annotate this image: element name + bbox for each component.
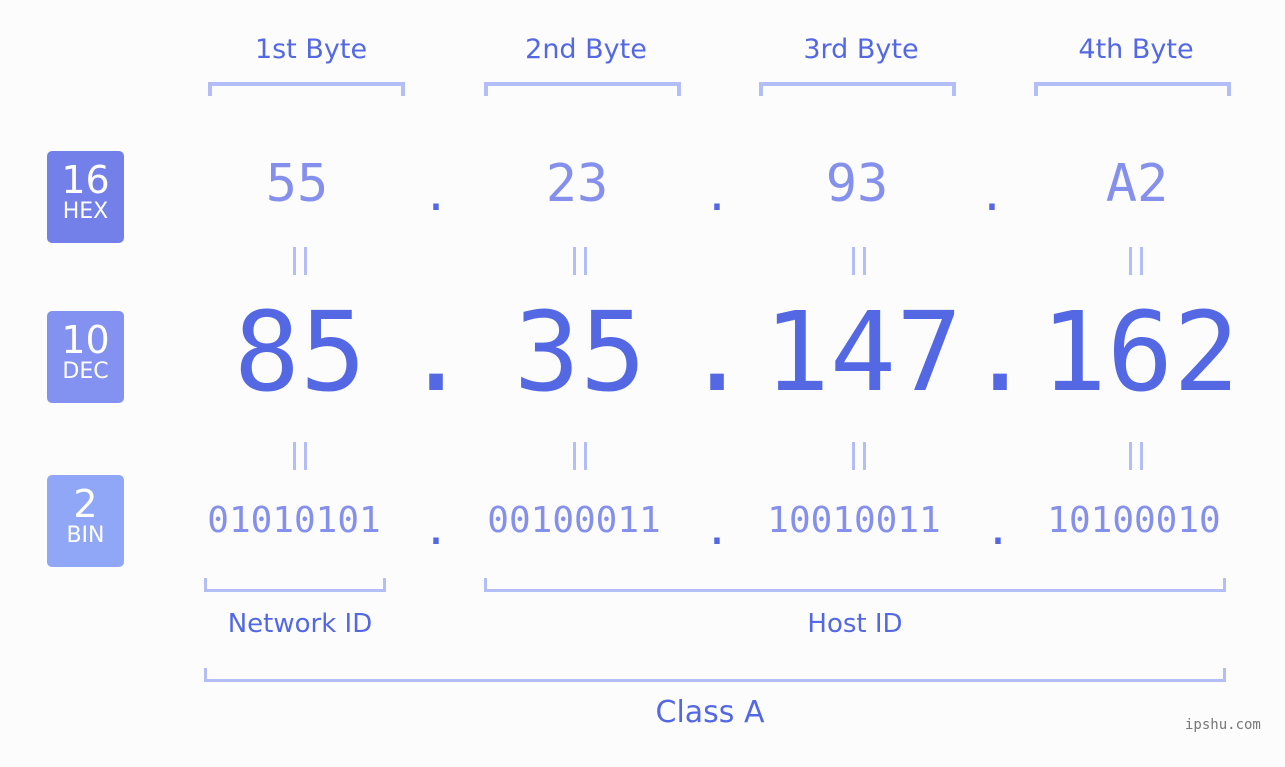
dec-value-3: 147 <box>763 288 963 416</box>
host-id-label: Host ID <box>807 609 903 639</box>
hex-value-1: 55 <box>265 154 329 214</box>
equals-icon <box>1129 247 1143 275</box>
equals-icon <box>293 247 307 275</box>
bin-value-1: 01010101 <box>207 500 381 541</box>
dec-value-4: 162 <box>1040 288 1240 416</box>
bin-badge-label: BIN <box>66 523 105 548</box>
byte-label-1: 1st Byte <box>254 34 368 65</box>
class-label: Class A <box>655 695 765 730</box>
equals-icon <box>852 442 866 470</box>
byte-label-3: 3rd Byte <box>803 34 919 65</box>
byte-bracket-4 <box>1034 82 1231 96</box>
class-bracket <box>204 668 1226 682</box>
hex-value-2: 23 <box>545 154 609 214</box>
watermark: ipshu.com <box>1185 717 1261 733</box>
bin-badge: 2 BIN <box>47 475 124 567</box>
dec-badge-label: DEC <box>62 359 109 384</box>
dec-value-2: 35 <box>513 288 647 416</box>
equals-icon <box>1129 442 1143 470</box>
hex-badge-base: 16 <box>61 158 110 202</box>
bin-value-2: 00100011 <box>487 500 661 541</box>
hex-value-4: A2 <box>1105 154 1169 214</box>
bin-value-4: 10100010 <box>1047 500 1221 541</box>
dec-badge: 10 DEC <box>47 311 124 403</box>
byte-label-4: 4th Byte <box>1078 34 1194 65</box>
byte-bracket-3 <box>759 82 956 96</box>
hex-dot-1: . <box>422 170 450 221</box>
network-id-label: Network ID <box>227 609 373 639</box>
hex-badge-label: HEX <box>62 199 109 224</box>
dec-value-1: 85 <box>233 288 367 416</box>
equals-icon <box>852 247 866 275</box>
byte-label-2: 2nd Byte <box>525 34 647 65</box>
equals-icon <box>573 442 587 470</box>
host-id-bracket <box>484 578 1226 592</box>
byte-bracket-2 <box>484 82 681 96</box>
hex-dot-3: . <box>978 170 1006 221</box>
bin-value-3: 10010011 <box>767 500 941 541</box>
network-id-bracket <box>204 578 386 592</box>
dec-badge-base: 10 <box>61 318 110 362</box>
equals-icon <box>573 247 587 275</box>
byte-bracket-1 <box>208 82 405 96</box>
hex-dot-2: . <box>703 170 731 221</box>
hex-badge: 16 HEX <box>47 151 124 243</box>
bin-badge-base: 2 <box>73 482 98 526</box>
hex-value-3: 93 <box>825 154 889 214</box>
equals-icon <box>293 442 307 470</box>
